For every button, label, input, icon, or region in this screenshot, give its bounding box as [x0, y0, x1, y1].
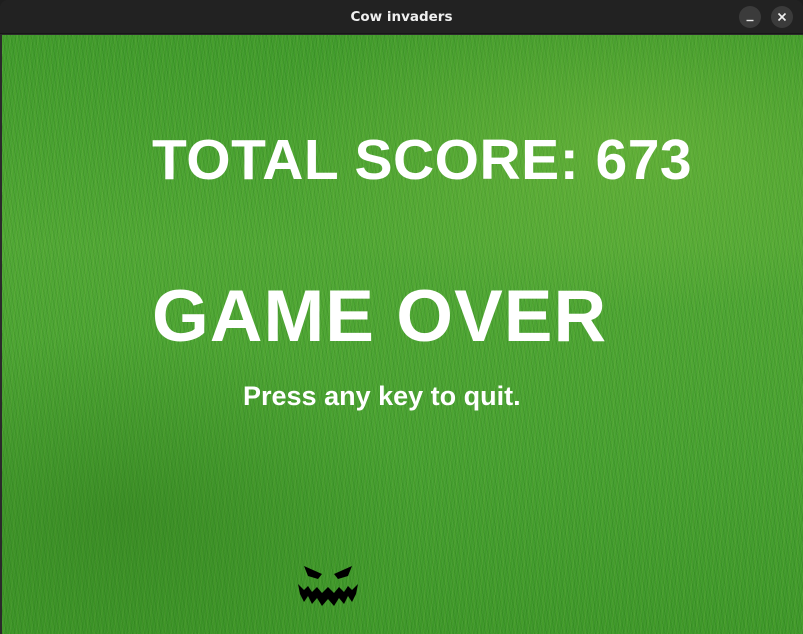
game-canvas[interactable]: TOTAL SCORE: 673 GAME OVER Press any key… — [2, 35, 803, 634]
window-title: Cow invaders — [350, 9, 453, 25]
jack-o-lantern-face-icon — [298, 566, 358, 606]
game-over-text: GAME OVER — [152, 276, 608, 357]
minimize-button[interactable] — [739, 6, 761, 28]
total-score-text: TOTAL SCORE: 673 — [152, 128, 693, 192]
minimize-icon — [746, 19, 754, 22]
title-bar[interactable]: Cow invaders — [0, 0, 803, 34]
quit-instruction-text: Press any key to quit. — [243, 381, 521, 411]
close-button[interactable] — [771, 6, 793, 28]
app-window: Cow invaders TOTAL SCORE: 673 GAME OVER … — [0, 0, 803, 634]
close-icon — [777, 12, 787, 22]
